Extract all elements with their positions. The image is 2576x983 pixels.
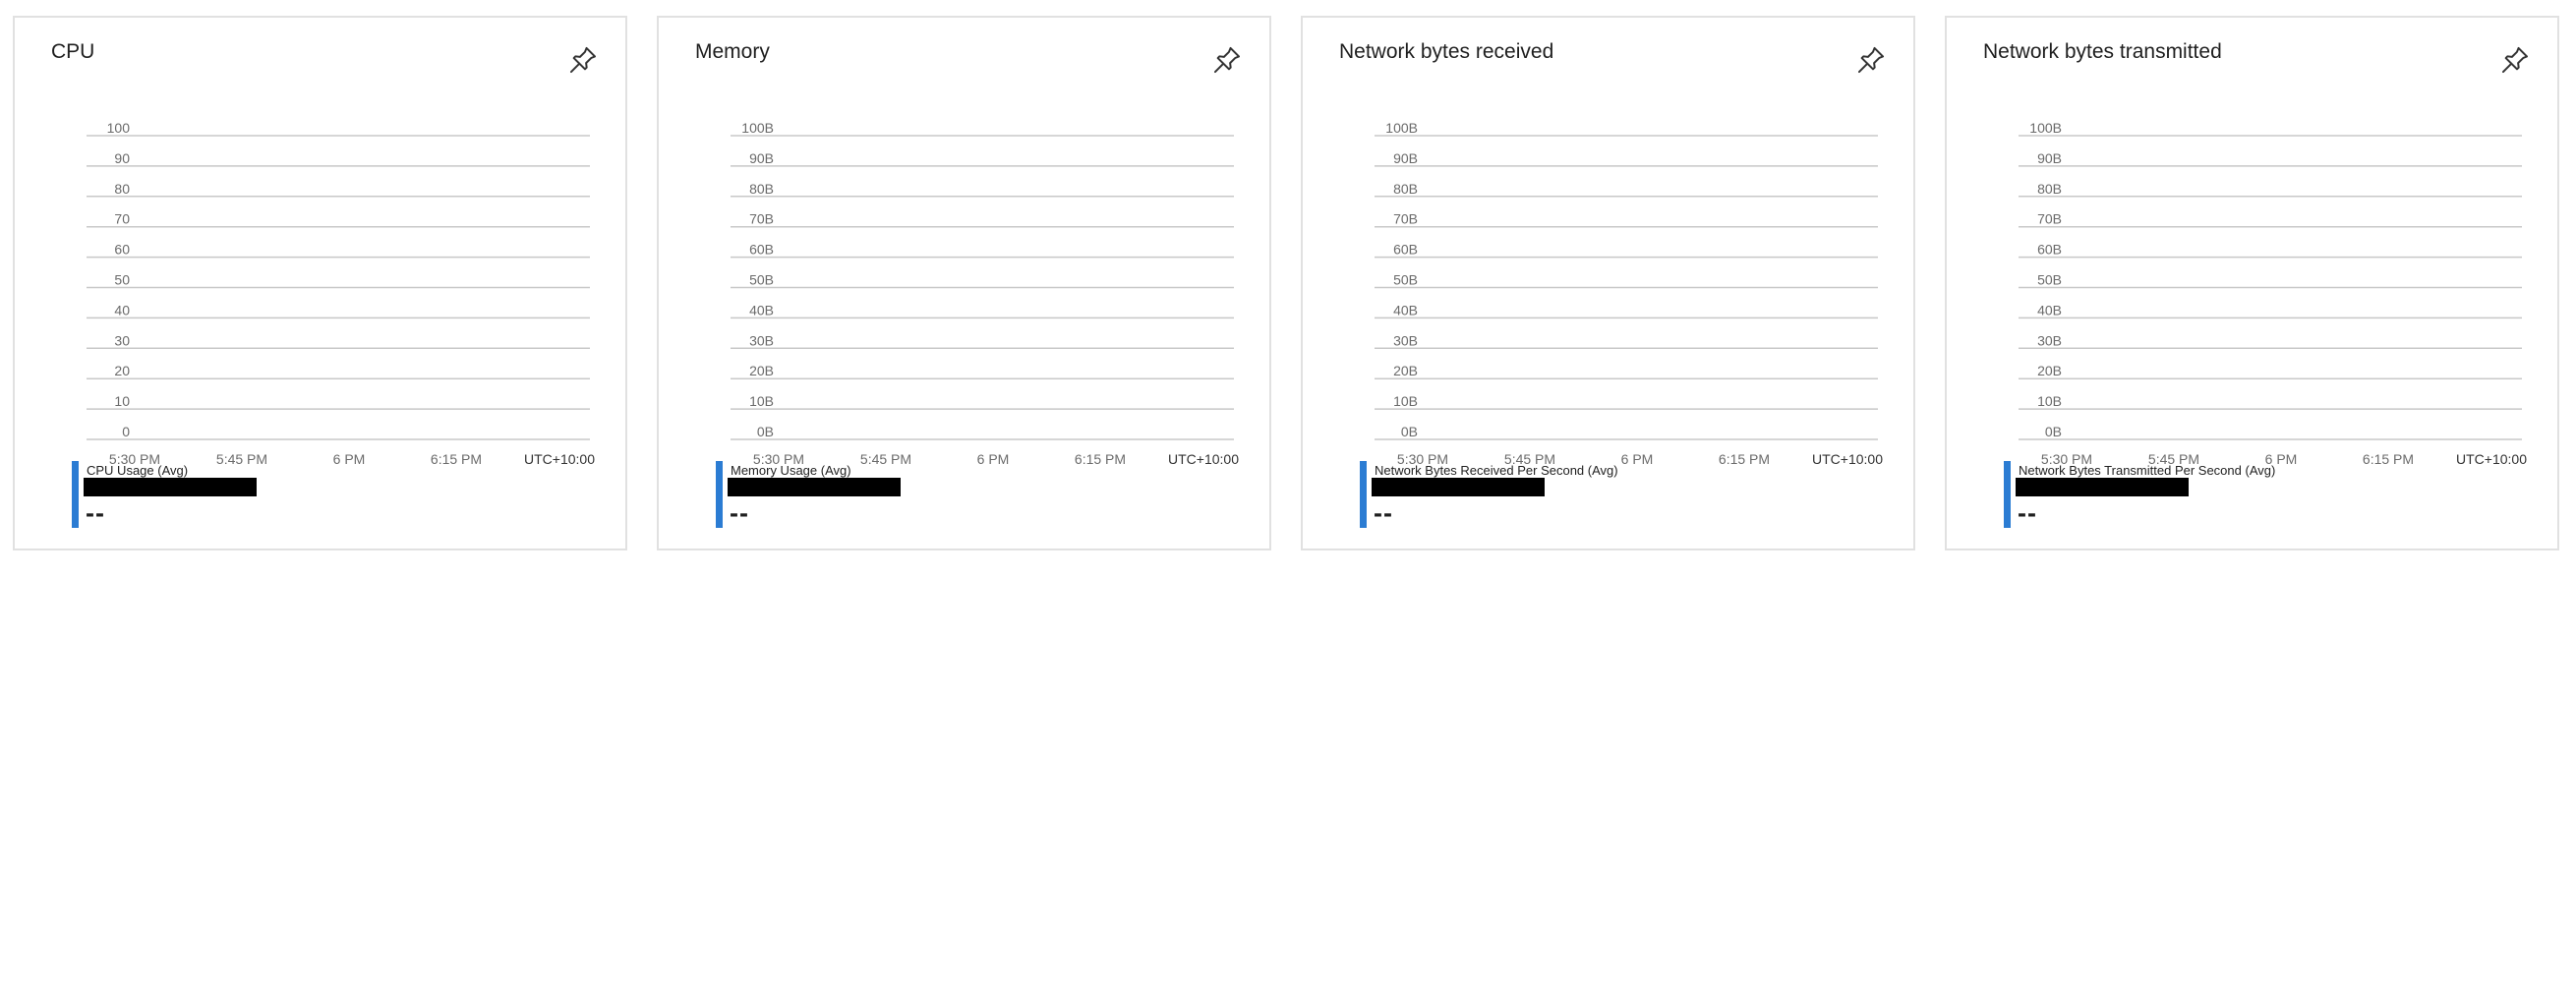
y-tick-label: 90 bbox=[114, 150, 130, 166]
legend-color-swatch bbox=[2004, 461, 2011, 528]
redacted-block bbox=[1372, 478, 1545, 496]
y-tick-label: 20 bbox=[114, 363, 130, 378]
y-tick-label: 30B bbox=[1393, 332, 1418, 348]
y-tick-label: 50B bbox=[749, 272, 774, 288]
y-tick-label: 0B bbox=[1401, 424, 1418, 439]
y-tick-label: 50B bbox=[1393, 272, 1418, 288]
y-tick-label: 80B bbox=[2037, 181, 2062, 197]
legend-color-swatch bbox=[72, 461, 79, 528]
y-tick-label: 60B bbox=[2037, 242, 2062, 258]
y-tick-label: 30B bbox=[2037, 332, 2062, 348]
tile-title: Network bytes received bbox=[1339, 40, 1554, 63]
y-tick-label: 50 bbox=[114, 272, 130, 288]
y-tick-label: 50B bbox=[2037, 272, 2062, 288]
pin-icon[interactable] bbox=[2498, 43, 2532, 77]
y-tick-label: 60B bbox=[1393, 242, 1418, 258]
y-tick-label: 10B bbox=[1393, 393, 1418, 409]
y-tick-label: 30 bbox=[114, 332, 130, 348]
pin-icon[interactable] bbox=[566, 43, 600, 77]
y-tick-label: 20B bbox=[2037, 363, 2062, 378]
y-tick-label: 100B bbox=[1385, 120, 1418, 136]
redacted-block bbox=[2016, 478, 2189, 496]
y-tick-label: 70B bbox=[749, 211, 774, 227]
line-chart: 100B90B80B70B60B50B40B30B20B10B0B5:30 PM… bbox=[1375, 120, 1883, 467]
metric-tile-cpu[interactable]: CPU 100 90 80 70 60 50 40 30 20 10 0 5:30 PM 5:45 PM… bbox=[13, 16, 627, 550]
y-tick-label: 100 bbox=[107, 120, 131, 136]
y-tick-label: 10B bbox=[2037, 393, 2062, 409]
y-tick-label: 90B bbox=[1393, 150, 1418, 166]
legend-label: Memory Usage (Avg) bbox=[731, 463, 851, 478]
y-tick-label: 100B bbox=[2029, 120, 2062, 136]
y-tick-label: 30B bbox=[749, 332, 774, 348]
y-tick-label: 20B bbox=[749, 363, 774, 378]
y-tick-label: 60 bbox=[114, 242, 130, 258]
legend-color-swatch bbox=[716, 461, 723, 528]
tile-title: CPU bbox=[51, 40, 95, 63]
line-chart: 100B90B80B70B60B50B40B30B20B10B0B5:30 PM… bbox=[731, 120, 1239, 467]
y-tick-label: 40B bbox=[1393, 302, 1418, 318]
metric-tile-memory[interactable]: Memory 100B 90B 80B 70B 60B 50B 40B 30B 20B 10B 0B… bbox=[657, 16, 1271, 550]
legend-value: -- bbox=[1374, 498, 1393, 528]
y-tick-label: 90B bbox=[2037, 150, 2062, 166]
legend-label: Network Bytes Received Per Second (Avg) bbox=[1375, 463, 1618, 478]
legend-value: -- bbox=[86, 498, 105, 528]
y-tick-label: 0B bbox=[757, 424, 774, 439]
legend-value: -- bbox=[2018, 498, 2037, 528]
chart-legend[interactable]: Network Bytes Transmitted Per Second (Av… bbox=[2004, 461, 2535, 528]
y-tick-label: 80B bbox=[749, 181, 774, 197]
y-tick-label: 70B bbox=[2037, 211, 2062, 227]
chart-legend[interactable]: Network Bytes Received Per Second (Avg) … bbox=[1360, 461, 1891, 528]
y-tick-label: 80B bbox=[1393, 181, 1418, 197]
y-tick-label: 90B bbox=[749, 150, 774, 166]
y-tick-label: 70B bbox=[1393, 211, 1418, 227]
y-tick-label: 40B bbox=[749, 302, 774, 318]
y-tick-label: 10 bbox=[114, 393, 130, 409]
metric-tile-network-received[interactable]: Network bytes received 100B 90B 80B 70B 60B 5… bbox=[1301, 16, 1915, 550]
pin-icon[interactable] bbox=[1854, 43, 1888, 77]
tile-title: Network bytes transmitted bbox=[1983, 40, 2222, 63]
y-tick-label: 40 bbox=[114, 302, 130, 318]
y-tick-label: 20B bbox=[1393, 363, 1418, 378]
y-tick-label: 0 bbox=[122, 424, 130, 439]
line-chart: 10090807060504030201005:30 PM 5:45 PM 6 PM… bbox=[87, 120, 595, 467]
line-chart: 100B90B80B70B60B50B40B30B20B10B0B5:30 PM… bbox=[2019, 120, 2527, 467]
y-tick-label: 10B bbox=[749, 393, 774, 409]
chart-legend[interactable]: Memory Usage (Avg) -- bbox=[716, 461, 1247, 528]
legend-color-swatch bbox=[1360, 461, 1367, 528]
y-tick-label: 60B bbox=[749, 242, 774, 258]
y-tick-label: 0B bbox=[2045, 424, 2062, 439]
redacted-block bbox=[84, 478, 257, 496]
chart-legend[interactable]: CPU Usage (Avg) -- bbox=[72, 461, 603, 528]
pin-icon[interactable] bbox=[1210, 43, 1244, 77]
metrics-dashboard: CPU 100 90 80 70 60 50 40 30 20 10 0 5:30 PM 5:45 PM… bbox=[0, 0, 2576, 983]
y-tick-label: 70 bbox=[114, 211, 130, 227]
y-tick-label: 100B bbox=[741, 120, 774, 136]
redacted-block bbox=[728, 478, 901, 496]
y-tick-label: 40B bbox=[2037, 302, 2062, 318]
tile-title: Memory bbox=[695, 40, 770, 63]
metric-tile-network-transmitted[interactable]: Network bytes transmitted 100B 90B 80B 70B 6… bbox=[1945, 16, 2559, 550]
legend-label: CPU Usage (Avg) bbox=[87, 463, 189, 478]
legend-value: -- bbox=[730, 498, 749, 528]
y-tick-label: 80 bbox=[114, 181, 130, 197]
legend-label: Network Bytes Transmitted Per Second (Av… bbox=[2019, 463, 2276, 478]
